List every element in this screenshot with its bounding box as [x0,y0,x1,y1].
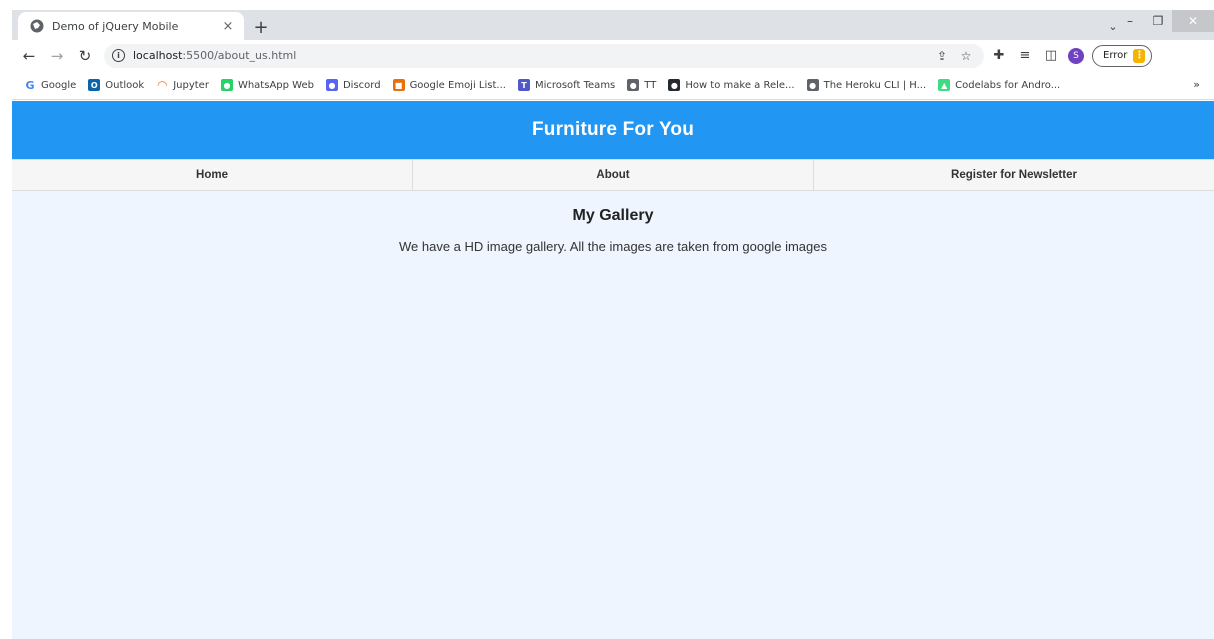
info-icon[interactable]: i [112,49,125,62]
nav-about[interactable]: About [413,160,814,190]
bookmark-label: TT [644,79,657,91]
bookmark-item[interactable]: ● WhatsApp Web [220,79,314,91]
window-close-icon[interactable]: ✕ [1172,10,1214,32]
bookmark-label: Codelabs for Andro... [955,79,1061,91]
navbar: Home About Register for Newsletter [12,159,1214,191]
nav-home[interactable]: Home [12,160,413,190]
tab-title: Demo of jQuery Mobile [52,19,179,33]
bookmark-item[interactable]: T Microsoft Teams [517,79,616,91]
discord-icon: ● [325,79,338,91]
bookmark-item[interactable]: ● TT [627,79,656,91]
address-bar[interactable]: i localhost :5500/about_us.html ⇪ ☆ [104,43,984,68]
bookmark-item[interactable]: ● Discord [325,79,381,91]
bookmark-item[interactable]: ▲ Codelabs for Andro... [938,79,1060,91]
bookmark-label: Microsoft Teams [534,79,616,91]
outlook-icon: O [88,79,101,91]
gallery-description: We have a HD image gallery. All the imag… [398,239,827,254]
bookmark-label: Jupyter [173,79,209,91]
page-header: Furniture For You [12,101,1214,159]
bookmark-item[interactable]: O Outlook [88,79,144,91]
back-icon[interactable]: ← [18,45,40,67]
url-host: localhost [133,49,183,62]
reload-icon[interactable]: ↻ [74,45,96,67]
bookmarks-bar: G Google O Outlook ◠ Jupyter ● WhatsApp Web ● Dis… [12,71,1214,100]
page-content: My Gallery We have a HD image gallery. A… [12,191,1214,254]
restore-icon[interactable]: ❐ [1144,10,1172,32]
emoji-icon: ■ [392,79,405,91]
android-icon: ▲ [938,79,951,91]
jupyter-icon: ◠ [157,78,167,92]
extensions-icon[interactable]: ✚ [988,45,1010,67]
side-panel-icon[interactable]: ◫ [1040,45,1062,67]
teams-icon: T [517,79,530,91]
globe-icon: ● [806,79,819,91]
minimize-icon[interactable]: – [1116,10,1144,32]
whatsapp-icon: ● [220,79,233,91]
new-tab-button[interactable]: + [250,16,272,38]
bookmark-label: Google [41,79,77,91]
bookmark-item[interactable]: ■ Google Emoji List... [392,79,506,91]
bookmark-label: WhatsApp Web [237,79,314,91]
window-controls: – ❐ ✕ [1116,10,1214,34]
bookmark-label: Outlook [105,79,145,91]
avatar[interactable]: S [1068,47,1084,64]
bookmark-label: How to make a Rele... [685,79,795,91]
page-title: Furniture For You [531,119,695,140]
url-path: :5500/about_us.html [182,49,297,62]
bookmark-item[interactable]: ◠ Jupyter [156,78,209,92]
nav-register-newsletter[interactable]: Register for Newsletter [814,160,1214,190]
google-icon: G [25,78,35,92]
github-icon: ● [668,79,681,91]
close-icon[interactable]: × [220,18,236,34]
bookmark-item[interactable]: G Google [24,78,77,92]
error-label: Error [1103,50,1128,61]
error-button[interactable]: Error ⋮ [1092,44,1153,67]
bookmark-label: Discord [342,79,381,91]
star-icon[interactable]: ☆ [956,46,976,66]
bookmark-label: Google Emoji List... [409,79,506,91]
bookmark-label: The Heroku CLI | H... [823,79,927,91]
globe-icon [30,19,44,33]
bookmark-item[interactable]: ● The Heroku CLI | H... [806,79,927,91]
bookmark-item[interactable]: ● How to make a Rele... [668,79,795,91]
web-page: Furniture For You Home About Register fo… [12,101,1214,639]
forward-icon[interactable]: → [46,45,68,67]
more-bookmarks-icon[interactable]: » [1193,78,1200,91]
browser-tab[interactable]: Demo of jQuery Mobile × [18,12,244,40]
browser-toolbar: ← → ↻ i localhost :5500/about_us.html ⇪ … [12,40,1214,71]
globe-icon: ● [627,79,640,91]
menu-dots-icon: ⋮ [1133,48,1146,63]
gallery-heading: My Gallery [572,207,654,224]
share-icon[interactable]: ⇪ [932,46,952,66]
reading-list-icon[interactable]: ≡ [1014,45,1036,67]
tab-strip: Demo of jQuery Mobile × + ⌄ – ❐ ✕ [12,10,1214,40]
